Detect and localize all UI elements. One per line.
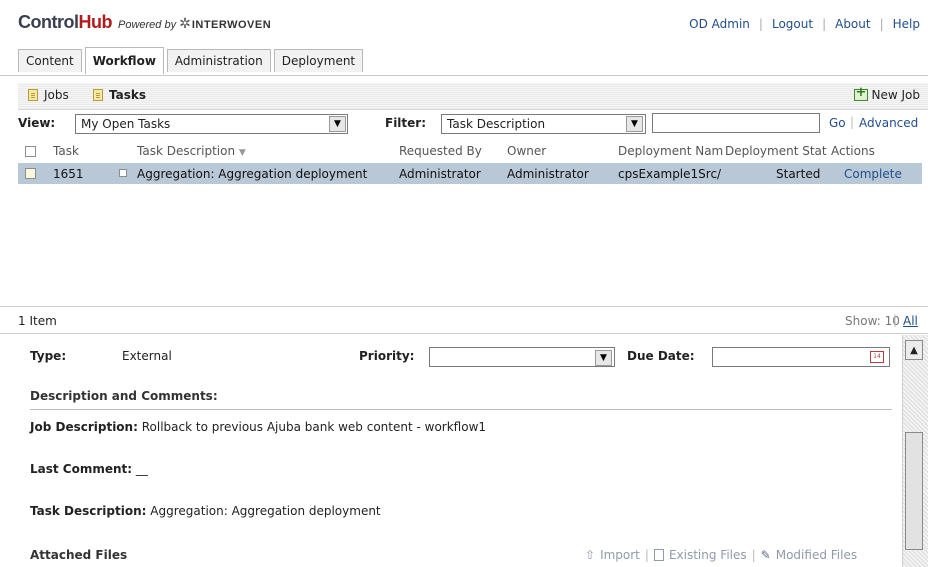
task-description-value: Aggregation: Aggregation deployment	[150, 504, 381, 518]
task-status-icon	[119, 169, 127, 177]
link-separator: |	[644, 548, 649, 562]
existing-files-link[interactable]: Existing Files	[669, 548, 747, 562]
workflow-subnav-bar	[18, 83, 928, 110]
filter-search-input[interactable]	[652, 113, 820, 133]
col-deployment-name[interactable]: Deployment Nam	[618, 144, 723, 158]
go-link[interactable]: Go	[829, 116, 846, 130]
user-link[interactable]: OD Admin	[689, 17, 750, 31]
main-tabs: Content Workflow Administration Deployme…	[18, 47, 366, 74]
last-comment-value: __	[135, 462, 148, 476]
link-separator: |	[893, 313, 898, 327]
jobs-document-icon	[28, 89, 38, 101]
link-separator: |	[758, 17, 763, 31]
view-label: View:	[18, 116, 56, 130]
show-all-link[interactable]: All	[903, 314, 918, 328]
section-divider	[30, 409, 892, 410]
select-all-checkbox[interactable]	[25, 146, 36, 157]
job-description-label: Job Description:	[30, 420, 138, 434]
interwoven-logo-icon: ✲	[179, 16, 191, 32]
row-checkbox[interactable]	[25, 168, 36, 179]
last-comment: Last Comment: __	[30, 462, 148, 476]
deployment-status: Started	[776, 167, 821, 181]
description-comments-header: Description and Comments:	[30, 389, 218, 403]
col-task[interactable]: Task	[53, 144, 79, 158]
new-job-icon	[853, 85, 868, 101]
requested-by: Administrator	[399, 167, 481, 181]
job-description: Job Description: Rollback to previous Aj…	[30, 420, 486, 434]
link-separator: |	[751, 548, 756, 562]
task-description-label: Task Description:	[30, 504, 147, 518]
help-link[interactable]: Help	[893, 17, 920, 31]
import-arrow-icon: ⇧	[585, 548, 596, 562]
brand-text: INTERWOVEN	[191, 19, 272, 31]
col-deployment-status[interactable]: Deployment Stat	[725, 144, 827, 158]
logo-hub-text: Hub	[78, 12, 112, 32]
modified-files-icon: ✎	[760, 548, 771, 562]
owner: Administrator	[507, 167, 589, 181]
tasks-document-icon	[93, 89, 103, 101]
deployment-name: cpsExample1Src/	[618, 167, 722, 181]
item-count: 1 Item	[18, 314, 57, 328]
task-id: 1651	[53, 167, 84, 181]
col-task-description-label: Task Description	[137, 144, 236, 158]
advanced-link[interactable]: Advanced	[859, 116, 918, 130]
link-separator: |	[850, 115, 855, 129]
last-comment-label: Last Comment:	[30, 462, 133, 476]
col-owner[interactable]: Owner	[507, 144, 546, 158]
list-footer	[0, 306, 928, 334]
modified-files-link[interactable]: Modified Files	[776, 548, 857, 562]
view-dropdown-arrow-icon[interactable]: ▼	[329, 116, 346, 132]
show-count[interactable]: Show: 10	[845, 314, 900, 328]
filter-label: Filter:	[385, 116, 427, 130]
due-date-input[interactable]	[712, 347, 890, 367]
import-link[interactable]: Import	[600, 548, 640, 562]
scroll-up-arrow-icon[interactable]: ▲	[905, 340, 923, 360]
sort-desc-icon: ▼	[238, 148, 246, 158]
logout-link[interactable]: Logout	[772, 17, 813, 31]
tab-content[interactable]: Content	[18, 49, 82, 72]
priority-select[interactable]	[429, 347, 615, 367]
due-date-label: Due Date:	[627, 349, 695, 363]
task-table-header: Task Task Description ▼ Requested By Own…	[18, 140, 928, 162]
calendar-icon[interactable]: 14	[870, 351, 884, 363]
type-value: External	[122, 349, 172, 363]
task-description-detail: Task Description: Aggregation: Aggregati…	[30, 504, 381, 518]
job-description-value: Rollback to previous Ajuba bank web cont…	[141, 420, 487, 434]
col-requested-by[interactable]: Requested By	[399, 144, 482, 158]
jobs-link[interactable]: Jobs	[28, 86, 69, 104]
controlhub-logo: Control Hub Powered by ✲ INTERWOVEN	[18, 12, 271, 34]
view-select-value: My Open Tasks	[81, 117, 171, 131]
task-description[interactable]: Aggregation: Aggregation deployment	[137, 167, 367, 181]
top-links: OD Admin | Logout | About | Help	[689, 17, 920, 31]
type-label: Type:	[30, 349, 67, 363]
jobs-label: Jobs	[44, 88, 69, 102]
table-row[interactable]: 1651 Aggregation: Aggregation deployment…	[18, 163, 922, 184]
link-separator: |	[879, 17, 884, 31]
existing-files-icon	[653, 549, 664, 561]
attached-files-header: Attached Files	[30, 548, 128, 562]
view-select[interactable]: My Open Tasks	[75, 114, 348, 134]
tasks-link[interactable]: Tasks	[93, 86, 146, 104]
file-actions: ⇧ Import | Existing Files | ✎ Modified F…	[585, 548, 857, 562]
powered-by-text: Powered by	[117, 19, 177, 31]
link-separator: |	[822, 17, 827, 31]
tab-workflow[interactable]: Workflow	[84, 47, 164, 74]
new-job-label: New Job	[871, 88, 921, 102]
filter-select-value: Task Description	[447, 117, 546, 131]
logo-control-text: Control	[18, 12, 79, 32]
about-link[interactable]: About	[835, 17, 870, 31]
col-task-description[interactable]: Task Description ▼	[137, 144, 246, 158]
new-job-button[interactable]: New Job	[853, 85, 921, 104]
priority-dropdown-arrow-icon[interactable]: ▼	[595, 350, 612, 366]
col-actions: Actions	[831, 144, 875, 158]
tab-deployment[interactable]: Deployment	[273, 49, 364, 72]
filter-select[interactable]: Task Description	[441, 114, 646, 134]
tasks-label: Tasks	[109, 88, 147, 102]
scrollbar-thumb[interactable]	[905, 432, 923, 550]
priority-label: Priority:	[359, 349, 415, 363]
tab-administration[interactable]: Administration	[166, 49, 271, 72]
complete-action-link[interactable]: Complete	[844, 167, 902, 181]
task-detail-pane	[18, 335, 902, 567]
filter-dropdown-arrow-icon[interactable]: ▼	[626, 116, 643, 132]
